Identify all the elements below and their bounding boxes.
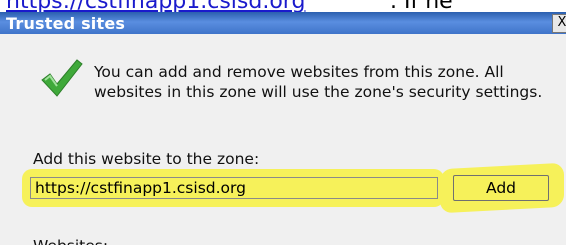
add-button[interactable]: Add xyxy=(453,175,549,201)
zone-description: You can add and remove websites from thi… xyxy=(94,63,543,101)
checkmark-icon xyxy=(41,59,83,97)
website-url-input[interactable]: https://cstfinapp1.csisd.org xyxy=(30,177,438,199)
close-button[interactable]: X xyxy=(552,14,566,33)
dialog-content: You can add and remove websites from thi… xyxy=(0,34,566,245)
add-website-label: Add this website to the zone: xyxy=(33,150,260,168)
dialog-title: Trusted sites xyxy=(6,14,126,33)
dialog-titlebar: Trusted sites X xyxy=(0,12,566,34)
websites-label: Websites: xyxy=(33,237,108,245)
